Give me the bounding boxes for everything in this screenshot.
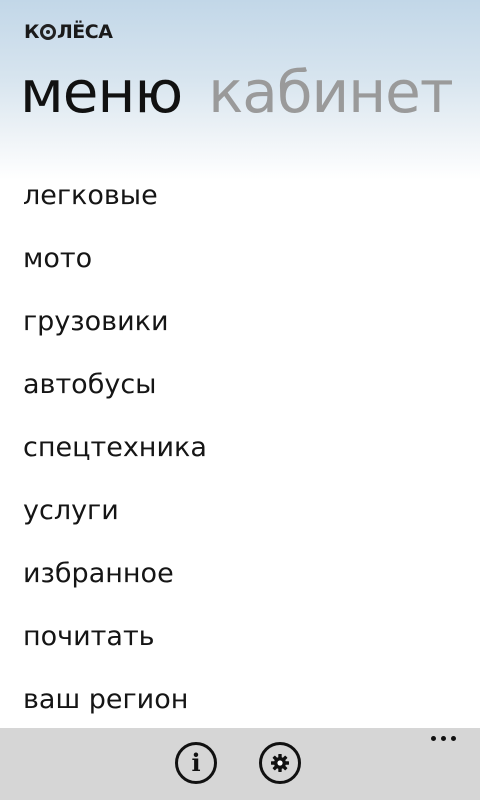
more-icon-dot — [451, 736, 456, 741]
more-icon-dot — [431, 736, 436, 741]
settings-button[interactable] — [259, 742, 301, 784]
app-bar: i — [0, 728, 480, 800]
gear-icon — [271, 754, 289, 772]
app-logo: К ЛЁСА — [24, 20, 113, 44]
more-icon-dot — [441, 736, 446, 741]
menu-item-region[interactable]: ваш регион — [23, 668, 207, 731]
tab-cabinet[interactable]: кабинет — [208, 58, 453, 126]
menu-item-buses[interactable]: автобусы — [23, 353, 207, 416]
tab-menu[interactable]: меню — [20, 58, 183, 126]
menu-item-cars[interactable]: легковые — [23, 164, 207, 227]
info-icon: i — [191, 748, 201, 777]
more-options-button[interactable] — [427, 732, 460, 745]
menu-list: легковые мото грузовики автобусы спецтех… — [23, 164, 207, 731]
menu-item-reading[interactable]: почитать — [23, 605, 207, 668]
menu-item-special-machinery[interactable]: спецтехника — [23, 416, 207, 479]
menu-item-moto[interactable]: мото — [23, 227, 207, 290]
logo-letters: ЛЁСА — [57, 21, 113, 43]
wheel-logo-icon — [40, 24, 57, 40]
pivot-header: меню кабинет — [20, 55, 454, 129]
info-button[interactable]: i — [175, 742, 217, 784]
menu-item-services[interactable]: услуги — [23, 479, 207, 542]
app-root: К ЛЁСА меню кабинет легковые мото грузовик… — [0, 0, 480, 800]
menu-item-trucks[interactable]: грузовики — [23, 290, 207, 353]
logo-letter: К — [24, 21, 40, 43]
menu-item-favorites[interactable]: избранное — [23, 542, 207, 605]
